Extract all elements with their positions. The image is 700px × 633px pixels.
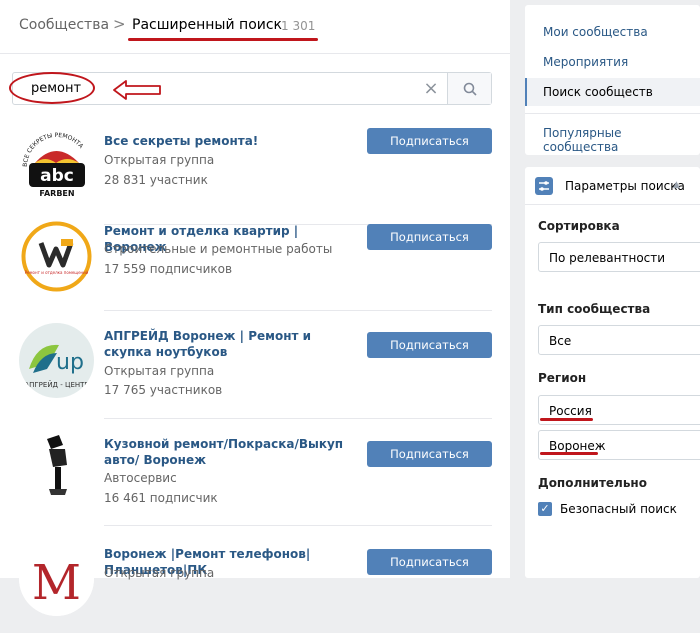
city-value: Воронеж — [549, 439, 606, 453]
group-avatar[interactable] — [19, 429, 94, 504]
divider — [525, 113, 700, 114]
sidebar-item-my-communities[interactable]: Мои сообщества — [543, 25, 648, 39]
filter-icon — [535, 177, 553, 195]
annotation-underline — [540, 452, 598, 455]
group-title[interactable]: Кузовной ремонт/Покраска/Выкуп авто/ Вор… — [104, 436, 349, 468]
group-type: Строительные и ремонтные работы — [104, 242, 333, 256]
annotation-underline — [128, 38, 318, 41]
group-avatar[interactable]: Ремонт и отделка помещений — [19, 219, 94, 294]
group-type: Открытая группа — [104, 364, 215, 378]
sidebar-item-label: Поиск сообществ — [543, 85, 653, 99]
city-select[interactable]: Воронеж — [538, 430, 700, 460]
safe-search-label[interactable]: Безопасный поиск — [560, 502, 677, 516]
group-type: Открытая группа — [104, 153, 215, 167]
region-label: Регион — [538, 371, 587, 385]
sidebar-item-community-search[interactable]: Поиск сообществ — [525, 78, 700, 106]
safe-search-checkbox[interactable]: ✓ — [538, 502, 552, 516]
subscribe-button[interactable]: Подписаться — [367, 128, 492, 154]
group-title[interactable]: АПГРЕЙД Воронеж | Ремонт и скупка ноутбу… — [104, 328, 349, 360]
search-params-panel: Параметры поиска ▲ Сортировка По релеван… — [525, 167, 700, 578]
sidebar-item-popular[interactable]: Популярные сообщества — [543, 126, 700, 154]
divider — [104, 525, 492, 526]
group-avatar[interactable]: ВСЕ СЕКРЕТЫ РЕМОНТА abc FARBEN — [19, 129, 94, 204]
type-value: Все — [549, 334, 572, 348]
params-title: Параметры поиска — [565, 179, 685, 193]
group-members: 17 765 участников — [104, 383, 223, 397]
type-select[interactable]: Все — [538, 325, 700, 355]
annotation-underline — [540, 418, 593, 421]
subscribe-button[interactable]: Подписаться — [367, 224, 492, 250]
sidebar-item-events[interactable]: Мероприятия — [543, 55, 628, 69]
list-item: Ремонт и отделка помещений Ремонт и отде… — [0, 207, 510, 311]
avatar-text-sub: АПГРЕЙД - ЦЕНТР — [24, 380, 88, 389]
page-title: Расширенный поиск — [132, 17, 283, 33]
search-icon — [463, 82, 477, 96]
group-members: 28 831 участник — [104, 173, 208, 187]
group-title[interactable]: Все секреты ремонта! — [104, 133, 349, 149]
params-header[interactable]: Параметры поиска ▲ — [525, 167, 700, 205]
list-item: M Воронеж |Ремонт телефонов|Планшетов|ПК… — [0, 529, 510, 633]
subscribe-button[interactable]: Подписаться — [367, 332, 492, 358]
group-avatar[interactable]: M — [19, 541, 94, 616]
subscribe-button[interactable]: Подписаться — [367, 441, 492, 467]
avatar-text: abc — [40, 166, 74, 186]
type-label: Тип сообщества — [538, 302, 651, 316]
group-avatar[interactable]: up АПГРЕЙД - ЦЕНТР — [19, 323, 94, 398]
subscribe-button[interactable]: Подписаться — [367, 549, 492, 575]
avatar-text: Ремонт и отделка помещений — [25, 270, 89, 275]
sort-select[interactable]: По релевантности — [538, 242, 700, 272]
chevron-up-icon: ▲ — [673, 180, 680, 190]
breadcrumb-communities[interactable]: Сообщества — [19, 17, 109, 33]
extra-label: Дополнительно — [538, 476, 647, 490]
annotation-arrow-icon — [113, 80, 161, 100]
group-members: 17 559 подписчиков — [104, 262, 233, 276]
page-header: Сообщества > Расширенный поиск 1 301 — [0, 0, 510, 54]
country-value: Россия — [549, 404, 592, 418]
avatar-text: up — [56, 350, 84, 375]
list-item: up АПГРЕЙД - ЦЕНТР АПГРЕЙД Воронеж | Рем… — [0, 311, 510, 419]
group-type: Автосервис — [104, 471, 177, 485]
search-button[interactable] — [447, 73, 491, 104]
sort-value: По релевантности — [549, 251, 666, 265]
avatar-text-sub: FARBEN — [39, 189, 74, 198]
main-panel: Сообщества > Расширенный поиск 1 301 рем… — [0, 0, 510, 616]
sidebar-menu: Мои сообщества Мероприятия Поиск сообщес… — [525, 5, 700, 155]
avatar-text: M — [32, 555, 81, 611]
annotation-oval — [9, 72, 95, 104]
group-members: 16 461 подписчик — [104, 491, 218, 505]
breadcrumb-separator: > — [113, 15, 126, 33]
results-count: 1 301 — [281, 19, 316, 33]
sort-label: Сортировка — [538, 219, 620, 233]
close-icon[interactable]: × — [421, 79, 441, 99]
list-item: Кузовной ремонт/Покраска/Выкуп авто/ Вор… — [0, 419, 510, 526]
